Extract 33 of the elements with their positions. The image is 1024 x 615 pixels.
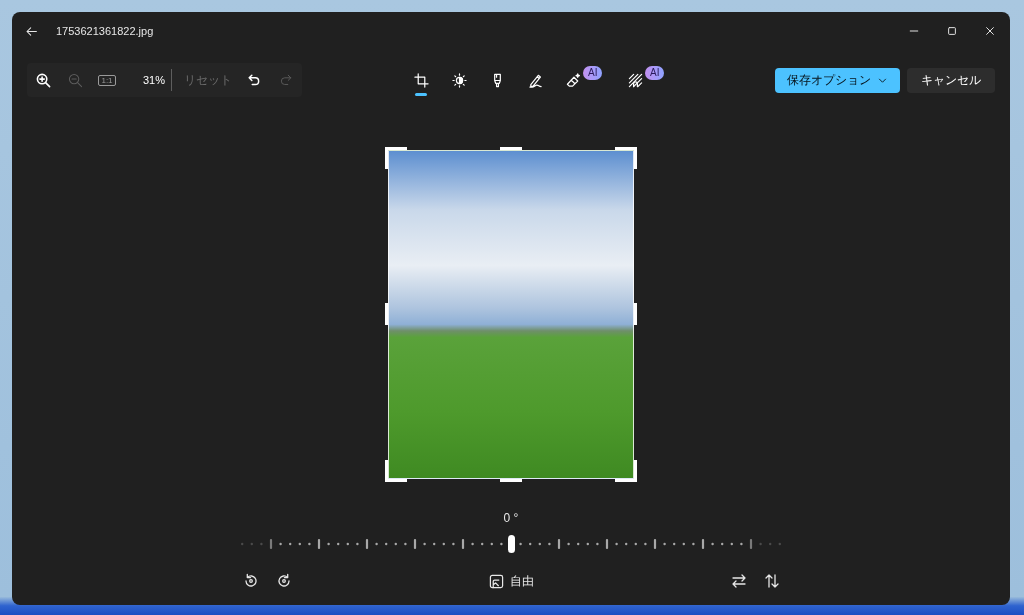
rotate-right-icon <box>275 573 292 589</box>
crop-handle[interactable] <box>385 303 388 325</box>
ai-badge: AI <box>583 66 603 80</box>
slider-thumb[interactable] <box>507 535 515 553</box>
crop-handle[interactable] <box>385 147 407 169</box>
crop-handle[interactable] <box>500 479 522 482</box>
angle-slider[interactable] <box>241 535 781 553</box>
horizontal-arrows-icon <box>730 573 747 589</box>
angle-value: 0 ° <box>503 511 519 525</box>
crop-handle[interactable] <box>615 460 637 482</box>
hatch-icon <box>628 72 643 88</box>
crop-handle[interactable] <box>634 303 637 325</box>
window-title: 1753621361822.jpg <box>56 23 154 39</box>
crop-icon <box>413 72 429 88</box>
pen-icon <box>527 72 543 88</box>
vertical-arrows-icon <box>763 573 780 589</box>
crop-handle[interactable] <box>500 147 522 150</box>
rotate-left-icon <box>242 573 259 589</box>
crop-handle[interactable] <box>385 460 407 482</box>
cancel-button[interactable]: キャンセル <box>907 67 995 93</box>
aspect-ratio-button[interactable]: 自由 <box>482 565 540 597</box>
ai-badge: AI <box>645 66 665 80</box>
back-arrow-icon <box>24 24 38 38</box>
close-icon <box>984 25 996 37</box>
eraser-icon <box>566 72 581 88</box>
background-tool-tab[interactable]: AI <box>616 63 666 97</box>
crop-handle[interactable] <box>615 147 637 169</box>
maximize-icon <box>946 25 958 37</box>
zoom-level: 31% <box>141 72 165 88</box>
save-options-button[interactable]: 保存オプション <box>775 67 900 93</box>
frame-icon <box>488 573 504 589</box>
erase-tool-tab[interactable]: AI <box>554 63 604 97</box>
sun-icon <box>451 72 467 88</box>
